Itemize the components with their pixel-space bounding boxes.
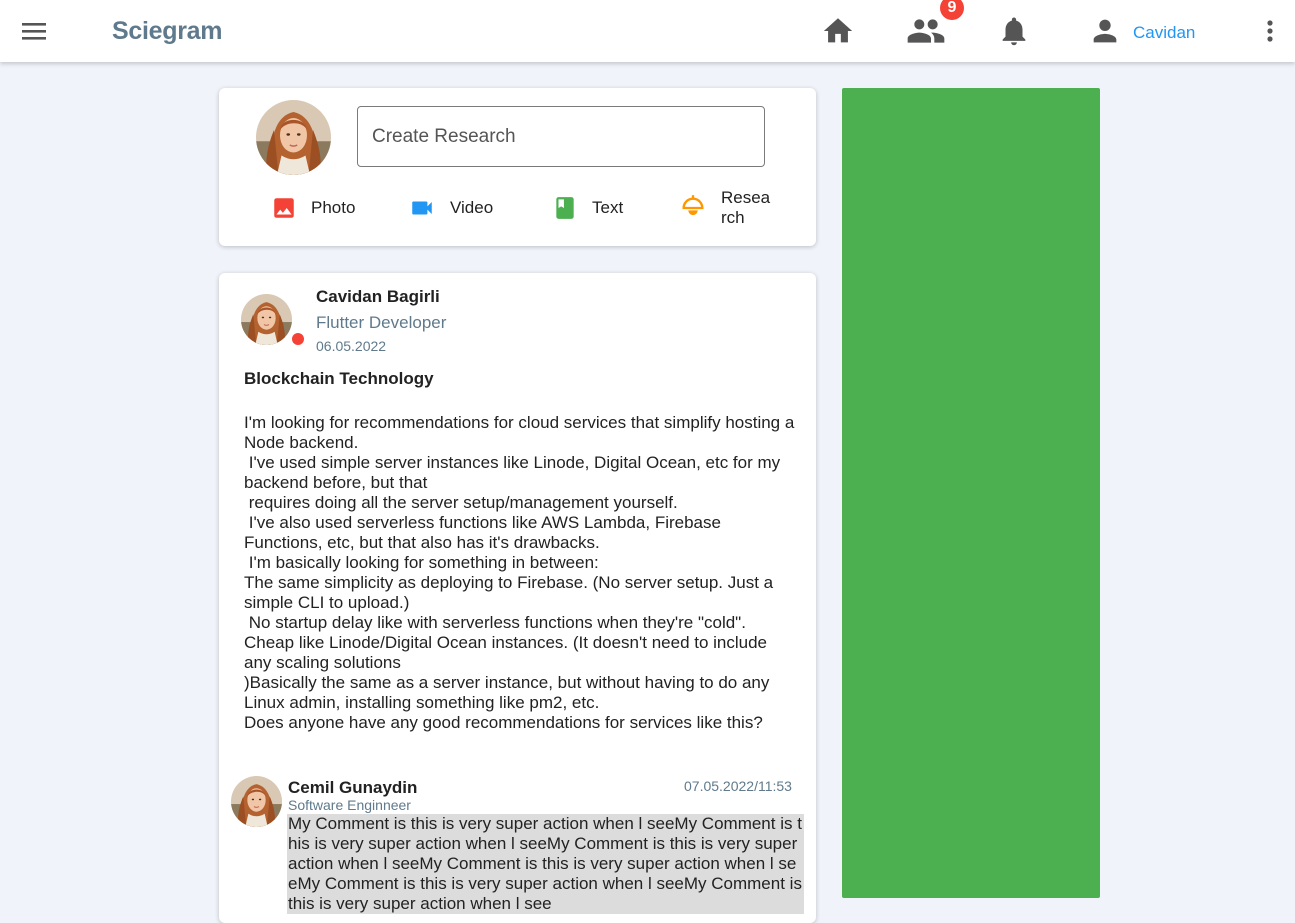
avatar[interactable] — [256, 100, 331, 175]
comment-author-name[interactable]: Cemil Gunaydin — [288, 778, 417, 798]
post-card: Cavidan Bagirli Flutter Developer 06.05.… — [219, 273, 816, 923]
comment-timestamp: 07.05.2022/11:53 — [684, 778, 792, 794]
person-icon — [1093, 19, 1117, 43]
post-author-role: Flutter Developer — [316, 313, 447, 332]
image-icon — [274, 198, 294, 218]
profile-name: Cavidan — [1133, 23, 1196, 42]
video-button[interactable]: Video — [408, 188, 493, 228]
friends-nav-button[interactable] — [906, 15, 946, 47]
book-icon — [556, 197, 574, 219]
menu-icon[interactable] — [20, 18, 50, 44]
comment-author-role: Software Enginneer — [288, 797, 411, 813]
text-button[interactable]: Text — [552, 188, 623, 228]
post-title: Blockchain Technology — [244, 369, 434, 388]
side-panel — [842, 88, 1100, 898]
lamp-icon — [682, 195, 704, 215]
post-date: 06.05.2022 — [316, 338, 387, 354]
post-author-name[interactable]: Cavidan Bagirli — [316, 287, 440, 307]
post-author-avatar[interactable] — [241, 294, 292, 345]
home-icon[interactable] — [821, 14, 855, 48]
app-bar: Sciegram 9 Cavidan — [0, 0, 1295, 62]
status-indicator — [292, 333, 304, 345]
photo-label: Photo — [311, 198, 356, 217]
app-title: Sciegram — [112, 17, 223, 45]
photo-button[interactable]: Photo — [271, 188, 355, 228]
research-label: Research — [721, 188, 771, 227]
comment-author-avatar[interactable] — [231, 776, 282, 827]
comment-text: My Comment is this is very super action … — [287, 814, 804, 914]
bell-icon[interactable] — [997, 13, 1031, 49]
create-research-input[interactable] — [357, 106, 765, 167]
video-label: Video — [450, 198, 494, 217]
people-icon — [907, 19, 945, 43]
friends-badge: 9 — [940, 0, 964, 20]
videocam-icon — [412, 201, 432, 215]
create-research-card: Photo Video Text Research — [219, 88, 816, 246]
post-body: I'm looking for recommendations for clou… — [244, 413, 795, 732]
more-vert-icon[interactable] — [1259, 17, 1281, 45]
text-label: Text — [592, 198, 624, 217]
research-button[interactable]: Research — [679, 188, 773, 228]
